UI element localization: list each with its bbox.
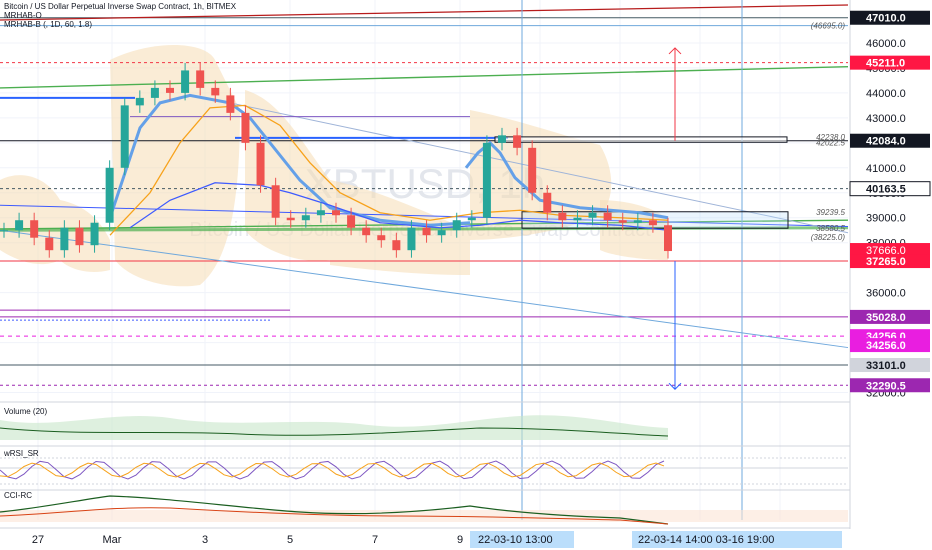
candle	[664, 225, 672, 252]
candle	[588, 212, 597, 218]
candle	[271, 185, 280, 218]
candle	[362, 227, 371, 236]
wrsi-signal-line	[0, 462, 665, 478]
candle	[256, 142, 265, 186]
candle	[558, 212, 567, 221]
candle	[407, 227, 416, 251]
indicator-label-2[interactable]: MRHAB-B (, 1D, 60, 1.8)	[4, 20, 236, 29]
volume-pane-label: Volume (20)	[4, 407, 47, 416]
candle	[648, 220, 657, 226]
chart-header: Bitcoin / US Dollar Perpetual Inverse Sw…	[4, 2, 236, 29]
candle	[0, 230, 8, 232]
candle	[181, 70, 190, 93]
candle	[437, 230, 446, 236]
candle	[75, 227, 84, 246]
time-tick-label: 5	[287, 534, 293, 546]
candle	[45, 237, 54, 251]
time-range-label: 22-03-10 13:00	[478, 534, 553, 546]
candle	[286, 217, 295, 221]
candle	[422, 227, 431, 236]
wrsi-line	[0, 460, 665, 480]
chart-canvas[interactable]: XBTUSD, 1hBitcoin / US Dollar Perpetual …	[0, 0, 932, 550]
price-tick-label: 44000.0	[866, 88, 906, 100]
price-tick-label: 41000.0	[866, 163, 906, 175]
candle	[633, 220, 642, 223]
candle	[347, 215, 356, 228]
time-tick-label: Mar	[103, 534, 122, 546]
price-label: 34256.0	[866, 340, 906, 352]
cci-pane-label: CCI-RC	[4, 491, 32, 500]
candle	[482, 142, 491, 218]
regression-cloud	[110, 45, 240, 287]
candle	[316, 210, 325, 216]
long-position-box	[494, 136, 788, 143]
candle	[105, 167, 114, 223]
candle	[30, 220, 39, 238]
price-tick-label: 36000.0	[866, 288, 906, 300]
candle	[467, 217, 476, 221]
candle	[603, 212, 612, 221]
wrsi-pane-label: wRSI_SR	[3, 449, 39, 458]
time-range-label: 22-03-14 14:00 03-16 19:00	[638, 534, 774, 546]
candle	[241, 112, 250, 143]
level-annotation: 42022.5	[816, 138, 845, 147]
price-label: 40163.5	[866, 184, 906, 196]
candle	[166, 87, 174, 93]
time-tick-label: 27	[32, 534, 44, 546]
price-tick-label: 39000.0	[866, 213, 906, 225]
candle	[498, 135, 506, 143]
candle	[226, 95, 235, 113]
candle	[60, 227, 69, 251]
chart-title: Bitcoin / US Dollar Perpetual Inverse Sw…	[4, 2, 237, 11]
indicator-label-1[interactable]: MRHAB-O	[4, 11, 236, 20]
level-annotation: 39239.5	[816, 208, 845, 217]
price-label: 33101.0	[866, 360, 906, 372]
price-label: 37265.0	[866, 256, 906, 268]
candle	[618, 220, 627, 223]
price-label: 47010.0	[866, 13, 906, 25]
level-annotation: (38225.0)	[811, 233, 846, 242]
volume-cloud	[0, 415, 668, 440]
candle	[377, 235, 386, 241]
candle	[150, 87, 159, 98]
price-label: 32290.5	[866, 380, 906, 392]
price-label: 42084.0	[866, 136, 906, 148]
time-tick-label: 9	[457, 534, 463, 546]
price-tick-label: 46000.0	[866, 38, 906, 50]
price-axis-bg	[850, 0, 932, 550]
candle	[452, 220, 461, 231]
candle	[513, 135, 522, 148]
price-label: 45211.0	[866, 58, 905, 70]
level-annotation: (46695.0)	[811, 22, 846, 31]
candle	[392, 240, 401, 251]
candle	[332, 210, 340, 216]
price-label: 35028.0	[866, 312, 906, 324]
candle	[211, 87, 220, 96]
candle	[135, 97, 144, 106]
time-tick-label: 7	[372, 534, 378, 546]
candle	[120, 105, 129, 168]
candle	[15, 220, 24, 231]
price-tick-label: 43000.0	[866, 113, 906, 125]
candle	[196, 70, 205, 88]
candle	[90, 222, 99, 246]
candle	[528, 147, 537, 193]
candle	[573, 217, 582, 221]
candle	[301, 215, 310, 221]
time-tick-label: 3	[202, 534, 208, 546]
level-annotation: 38580.5	[816, 224, 845, 233]
candle	[543, 192, 552, 213]
